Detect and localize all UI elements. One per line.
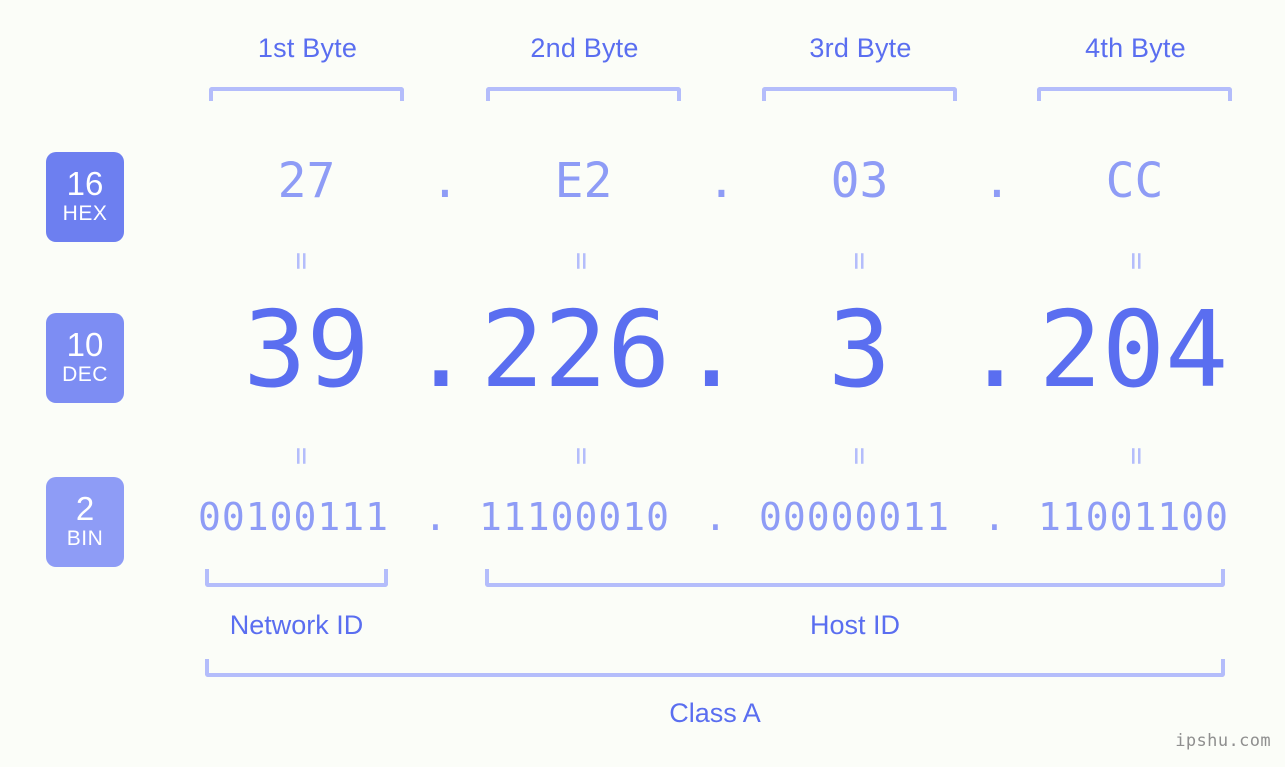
dec-separator-3: . [963,289,1027,411]
bin-octet-4: 11001100 [1037,495,1230,539]
radix-badge-bin-number: 2 [75,489,95,527]
hex-separator-3: . [982,153,1012,209]
radix-badge-dec-number: 10 [66,325,104,363]
dec-separator-2: . [679,289,744,411]
equals-sign-dec-bin-3: = [842,446,877,466]
equals-sign-hex-dec-4: = [1119,251,1154,271]
host-id-bracket [485,569,1225,587]
equals-sign-hex-dec-3: = [842,251,877,271]
bin-separator-2: . [704,495,728,539]
bin-octet-1: 00100111 [197,495,390,539]
equals-sign-dec-bin-1: = [284,446,319,466]
hex-octet-4: CC [1105,153,1164,209]
hex-separator-2: . [707,153,736,209]
bin-separator-3: . [983,495,1007,539]
radix-badge-bin: 2 BIN [46,477,124,567]
equals-sign-dec-bin-4: = [1119,446,1154,466]
byte-header-1: 1st Byte [257,33,358,63]
class-label: Class A [669,698,761,728]
radix-badge-bin-name: BIN [66,527,104,551]
equals-sign-hex-dec-2: = [564,251,599,271]
network-id-bracket [205,569,388,587]
radix-badge-dec-name: DEC [62,363,108,387]
bin-octet-2: 11100010 [478,495,671,539]
byte-bracket-4 [1037,87,1232,101]
bin-octet-3: 00000011 [758,495,951,539]
ip-address-breakdown-diagram: 1st Byte 2nd Byte 3rd Byte 4th Byte 16 H… [0,0,1285,767]
radix-badge-hex-name: HEX [62,202,108,226]
hex-octet-1: 27 [277,153,336,209]
radix-badge-dec: 10 DEC [46,313,124,403]
class-bracket [205,659,1225,677]
hex-separator-1: . [430,153,460,209]
equals-sign-dec-bin-2: = [564,446,599,466]
hex-octet-2: E2 [554,153,613,209]
byte-bracket-1 [209,87,404,101]
bin-separator-1: . [424,495,448,539]
network-id-label: Network ID [229,610,364,640]
radix-badge-hex-number: 16 [66,164,104,202]
byte-bracket-3 [762,87,957,101]
dec-octet-3: 3 [827,289,892,411]
dec-octet-1: 39 [243,289,370,411]
dec-separator-1: . [409,289,473,411]
byte-header-4: 4th Byte [1085,33,1186,63]
byte-bracket-2 [486,87,681,101]
dec-octet-4: 204 [1038,289,1229,411]
site-watermark: ipshu.com [1175,731,1271,751]
byte-header-3: 3rd Byte [809,33,912,63]
byte-header-2: 2nd Byte [530,33,639,63]
equals-sign-hex-dec-1: = [284,251,319,271]
dec-octet-2: 226 [480,289,671,411]
host-id-label: Host ID [809,610,901,640]
hex-octet-3: 03 [830,153,889,209]
radix-badge-hex: 16 HEX [46,152,124,242]
